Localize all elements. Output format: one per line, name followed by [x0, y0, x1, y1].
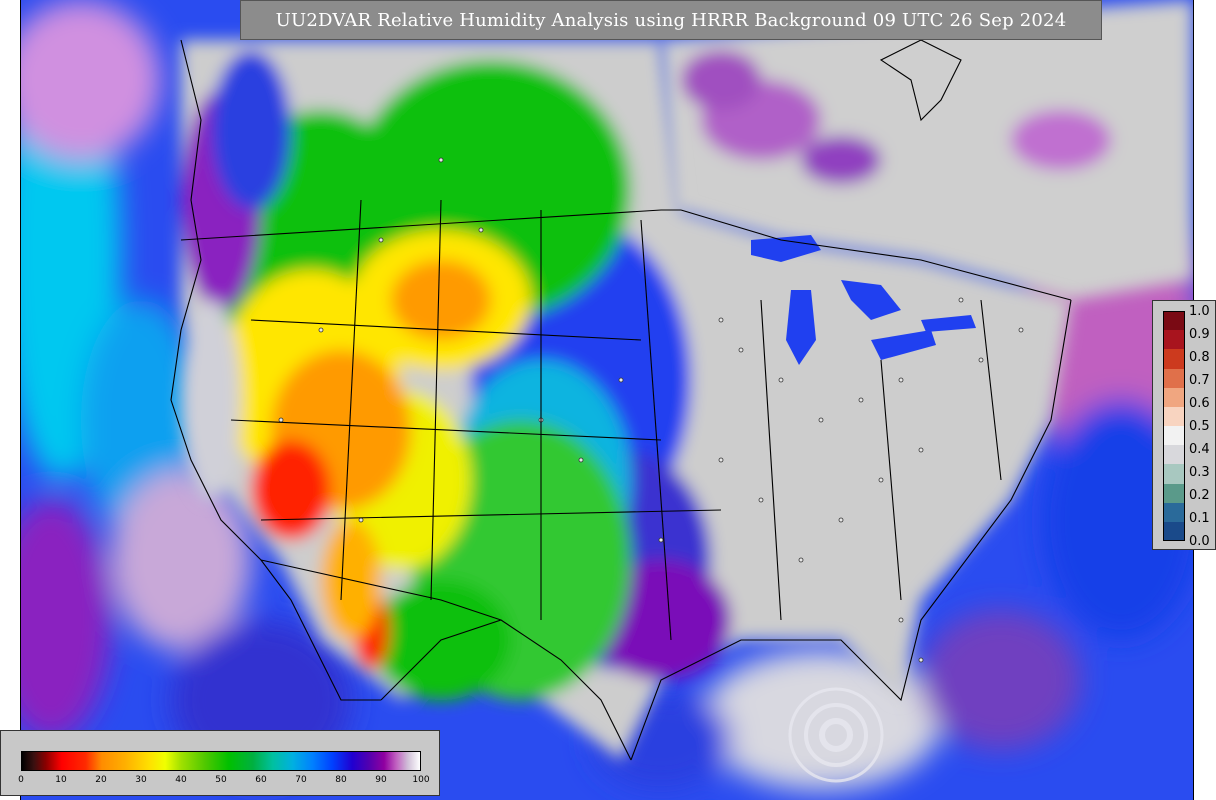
obs-colorbar-tick: 0.2 [1189, 488, 1210, 503]
rh-colorbar-tick: 90 [375, 775, 387, 785]
obs-colorbar-tick: 1.0 [1189, 304, 1210, 319]
obs-colorbar-tick: 0.7 [1189, 373, 1210, 388]
rh-colorbar: 0 10 20 30 40 50 60 70 80 90 100 [0, 730, 440, 796]
rh-colorbar-tick: 100 [412, 775, 430, 785]
obs-colorbar-tick: 0.0 [1189, 534, 1210, 549]
rh-colorbar-gradient [21, 751, 421, 771]
rh-colorbar-tick: 0 [18, 775, 24, 785]
obs-colorbar-tick: 0.3 [1189, 465, 1210, 480]
rh-analysis-map [20, 0, 1194, 800]
obs-colorbar-tick: 0.1 [1189, 511, 1210, 526]
rh-colorbar-tick: 20 [95, 775, 107, 785]
map-title: UU2DVAR Relative Humidity Analysis using… [240, 0, 1102, 40]
rh-colorbar-tick: 70 [295, 775, 307, 785]
obs-colorbar: 1.0 0.9 0.8 0.7 0.6 0.5 0.4 0.3 0.2 0.1 0.0 [1152, 300, 1216, 550]
rh-colorbar-tick: 80 [335, 775, 347, 785]
obs-colorbar-frame [1163, 311, 1185, 541]
obs-colorbar-tick: 0.6 [1189, 396, 1210, 411]
obs-colorbar-tick: 0.4 [1189, 442, 1210, 457]
rh-colorbar-tick: 50 [215, 775, 227, 785]
rh-colorbar-tick: 10 [55, 775, 67, 785]
obs-colorbar-tick: 0.8 [1189, 350, 1210, 365]
map-canvas [21, 0, 1193, 800]
rh-colorbar-tick: 30 [135, 775, 147, 785]
rh-colorbar-tick: 60 [255, 775, 267, 785]
obs-colorbar-tick: 0.5 [1189, 419, 1210, 434]
obs-colorbar-tick: 0.9 [1189, 327, 1210, 342]
rh-colorbar-tick: 40 [175, 775, 187, 785]
